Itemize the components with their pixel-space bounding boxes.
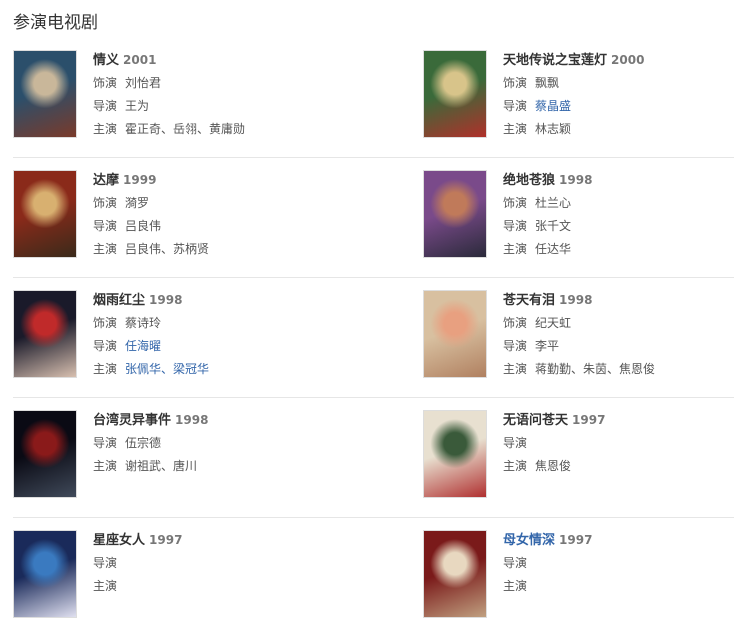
drama-title[interactable]: 绝地苍狼: [503, 173, 555, 188]
role-value: 漪罗: [125, 196, 150, 210]
drama-card: 星座女人 1997 导演 主演: [13, 530, 333, 621]
section-title: 参演电视剧: [13, 13, 98, 33]
director-value: 王为: [125, 99, 150, 113]
drama-poster[interactable]: [423, 410, 487, 498]
role-value: 纪天虹: [535, 316, 572, 330]
cast-label: 主演: [93, 362, 118, 376]
drama-title-link[interactable]: 母女情深: [503, 533, 555, 548]
cast-label: 主演: [93, 579, 118, 593]
drama-poster[interactable]: [423, 530, 487, 618]
cast-label: 主演: [503, 459, 528, 473]
drama-row: 情义 2001 饰演 刘怡君 导演 王为 主演 霍正奇、岳翎、黄庸勋 天地传说之宝莲灯 2…: [13, 38, 734, 158]
cast-value: 任达华: [535, 242, 572, 256]
drama-poster[interactable]: [423, 170, 487, 258]
drama-title[interactable]: 情义: [93, 53, 119, 68]
drama-row: 烟雨红尘 1998 饰演 蔡诗玲 导演 任海曜 主演 张佩华、梁冠华 苍天有泪 1998 …: [13, 278, 734, 398]
role-value: 杜兰心: [535, 196, 572, 210]
cast-label: 主演: [93, 122, 118, 136]
drama-card: 烟雨红尘 1998 饰演 蔡诗玲 导演 任海曜 主演 张佩华、梁冠华: [13, 290, 333, 390]
cast-label: 主演: [93, 242, 118, 256]
director-link[interactable]: 蔡晶盛: [535, 99, 571, 113]
drama-poster[interactable]: [13, 530, 77, 618]
role-label: 饰演: [503, 76, 528, 90]
role-label: 饰演: [93, 76, 118, 90]
director-label: 导演: [503, 436, 528, 450]
cast-label: 主演: [503, 579, 528, 593]
director-label: 导演: [93, 219, 118, 233]
drama-row: 达摩 1999 饰演 漪罗 导演 吕良伟 主演 吕良伟、苏柄贤 绝地苍狼 1998 饰演杜…: [13, 158, 734, 278]
drama-poster[interactable]: [13, 50, 77, 138]
cast-label: 主演: [503, 242, 528, 256]
drama-title[interactable]: 烟雨红尘: [93, 293, 145, 308]
drama-row: 星座女人 1997 导演 主演 母女情深 1997 导演 主演: [13, 518, 734, 621]
drama-title[interactable]: 无语问苍天: [503, 413, 568, 428]
director-label: 导演: [93, 99, 118, 113]
role-value: 蔡诗玲: [125, 316, 162, 330]
cast-value: 霍正奇、岳翎、黄庸勋: [125, 122, 246, 136]
cast-label: 主演: [93, 459, 118, 473]
drama-poster[interactable]: [423, 50, 487, 138]
drama-poster[interactable]: [13, 170, 77, 258]
drama-card: 台湾灵异事件 1998 导演 伍宗德 主演 谢祖武、唐川: [13, 410, 333, 510]
drama-year: 1998: [559, 173, 593, 187]
drama-year: 1998: [149, 293, 183, 307]
cast-label: 主演: [503, 362, 528, 376]
cast-value: 焦恩俊: [535, 459, 572, 473]
role-label: 饰演: [93, 316, 118, 330]
role-label: 饰演: [503, 196, 528, 210]
director-link[interactable]: 任海曜: [125, 339, 161, 353]
drama-poster[interactable]: [13, 290, 77, 378]
director-value: 吕良伟: [125, 219, 162, 233]
drama-year: 1999: [123, 173, 157, 187]
drama-year: 1997: [559, 533, 593, 547]
drama-poster[interactable]: [423, 290, 487, 378]
drama-year: 1998: [559, 293, 593, 307]
role-label: 饰演: [503, 316, 528, 330]
drama-title[interactable]: 达摩: [93, 173, 119, 188]
drama-card: 绝地苍狼 1998 饰演 杜兰心 导演 张千文 主演 任达华: [423, 170, 734, 270]
cast-value: 林志颖: [535, 122, 572, 136]
drama-card: 苍天有泪 1998 饰演 纪天虹 导演 李平 主演 蒋勤勤、朱茵、焦恩俊: [423, 290, 734, 390]
cast-link[interactable]: 张佩华、梁冠华: [125, 362, 209, 376]
drama-year: 1998: [175, 413, 209, 427]
director-value: 李平: [535, 339, 560, 353]
drama-card: 天地传说之宝莲灯 2000 饰演 飘飘 导演 蔡晶盛 主演 林志颖: [423, 50, 734, 150]
cast-value: 蒋勤勤、朱茵、焦恩俊: [535, 362, 656, 376]
director-label: 导演: [503, 219, 528, 233]
cast-value: 谢祖武、唐川: [125, 459, 198, 473]
drama-title[interactable]: 苍天有泪: [503, 293, 555, 308]
drama-title[interactable]: 天地传说之宝莲灯: [503, 53, 607, 68]
role-value: 刘怡君: [125, 76, 162, 90]
drama-title[interactable]: 台湾灵异事件: [93, 413, 171, 428]
director-value: 伍宗德: [125, 436, 162, 450]
drama-title[interactable]: 星座女人: [93, 533, 145, 548]
drama-poster[interactable]: [13, 410, 77, 498]
role-value: 飘飘: [535, 76, 560, 90]
cast-label: 主演: [503, 122, 528, 136]
drama-card: 无语问苍天 1997 导演 主演 焦恩俊: [423, 410, 734, 510]
director-value: 张千文: [535, 219, 572, 233]
drama-row: 台湾灵异事件 1998 导演 伍宗德 主演 谢祖武、唐川 无语问苍天 1997 导演 主…: [13, 398, 734, 518]
director-label: 导演: [503, 99, 528, 113]
tv-drama-grid: 情义 2001 饰演 刘怡君 导演 王为 主演 霍正奇、岳翎、黄庸勋 天地传说之宝莲灯 2…: [13, 38, 734, 621]
drama-card: 母女情深 1997 导演 主演: [423, 530, 734, 621]
director-label: 导演: [93, 556, 118, 570]
director-label: 导演: [503, 339, 528, 353]
director-label: 导演: [93, 339, 118, 353]
drama-card: 情义 2001 饰演 刘怡君 导演 王为 主演 霍正奇、岳翎、黄庸勋: [13, 50, 333, 150]
director-label: 导演: [93, 436, 118, 450]
drama-year: 2001: [123, 53, 157, 67]
drama-year: 1997: [149, 533, 183, 547]
role-label: 饰演: [93, 196, 118, 210]
drama-card: 达摩 1999 饰演 漪罗 导演 吕良伟 主演 吕良伟、苏柄贤: [13, 170, 333, 270]
cast-value: 吕良伟、苏柄贤: [125, 242, 210, 256]
director-label: 导演: [503, 556, 528, 570]
drama-year: 1997: [572, 413, 606, 427]
drama-year: 2000: [611, 53, 645, 67]
